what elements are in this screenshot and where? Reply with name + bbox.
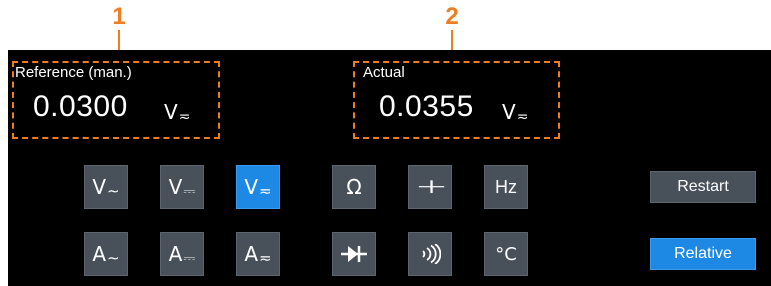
callout-number-1: 1	[112, 3, 126, 30]
reference-label: Reference (man.)	[15, 64, 132, 81]
mode-label: Hz	[495, 176, 517, 197]
mode-a-acdc-button[interactable]: A ≂	[236, 232, 280, 276]
relative-button[interactable]: Relative	[650, 238, 756, 270]
ac-wave-icon: ∼	[107, 249, 120, 267]
restart-button[interactable]: Restart	[650, 171, 756, 203]
relative-label: Relative	[674, 245, 732, 262]
acdc-wave-icon: ≂	[259, 182, 272, 200]
mode-v-ac-button[interactable]: V ∼	[84, 165, 128, 209]
dc-line-icon: ⎓	[183, 249, 196, 267]
reference-unit-symbol: V	[164, 100, 178, 124]
capacitor-icon: ⊣⊢	[417, 176, 445, 198]
mode-label: V	[244, 175, 259, 199]
diode-icon	[341, 246, 367, 262]
mode-v-acdc-button[interactable]: V ≂	[236, 165, 280, 209]
callout-line-2	[451, 30, 453, 52]
acdc-mark-icon: ≂	[516, 109, 529, 125]
actual-value: 0.0355	[379, 90, 474, 123]
continuity-icon	[422, 244, 441, 264]
mode-a-ac-button[interactable]: A ∼	[84, 232, 128, 276]
mode-label: V	[92, 175, 107, 199]
mode-label: V	[168, 175, 183, 199]
mode-resistance-button[interactable]: Ω	[332, 165, 376, 209]
mode-diode-button[interactable]	[332, 232, 376, 276]
mode-a-dc-button[interactable]: A ⎓	[160, 232, 204, 276]
ohm-icon: Ω	[346, 175, 362, 199]
restart-label: Restart	[677, 178, 729, 195]
mode-label: A	[244, 242, 259, 266]
temperature-label: °C	[495, 243, 517, 265]
callout-number-2: 2	[445, 3, 459, 30]
mode-continuity-button[interactable]	[408, 232, 452, 276]
acdc-mark-icon: ≂	[178, 109, 191, 125]
mode-label: A	[92, 242, 107, 266]
reference-unit: V≂	[164, 100, 190, 125]
callout-line-1	[118, 30, 120, 52]
actual-unit: V≂	[502, 100, 528, 125]
mode-v-dc-button[interactable]: V ⎓	[160, 165, 204, 209]
acdc-wave-icon: ≂	[259, 249, 272, 267]
dc-line-icon: ⎓	[183, 182, 196, 200]
instrument-screen: Reference (man.) 0.0300 V≂ Actual 0.0355…	[8, 50, 771, 286]
mode-label: A	[168, 242, 183, 266]
actual-unit-symbol: V	[502, 100, 516, 124]
ac-wave-icon: ∼	[107, 182, 120, 200]
mode-temperature-button[interactable]: °C	[484, 232, 528, 276]
mode-capacitance-button[interactable]: ⊣⊢	[408, 165, 452, 209]
reference-value: 0.0300	[33, 90, 128, 123]
mode-frequency-button[interactable]: Hz	[484, 165, 528, 209]
actual-label: Actual	[363, 64, 405, 81]
